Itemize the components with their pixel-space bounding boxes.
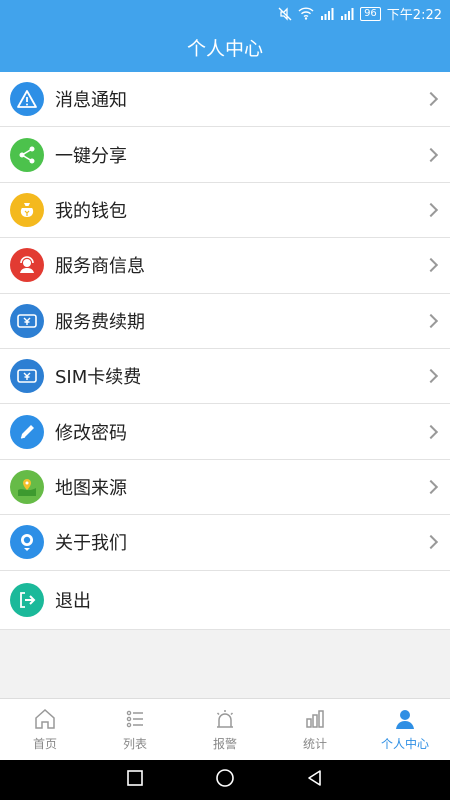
person-icon (396, 710, 414, 729)
menu-item-label: 关于我们 (55, 533, 127, 555)
share-icon (10, 137, 44, 172)
square-icon (127, 770, 143, 786)
signal-icon (341, 7, 354, 20)
list-icon (126, 710, 143, 728)
menu-item-change-password[interactable]: 修改密码 (0, 404, 450, 460)
page-title: 个人中心 (186, 38, 263, 60)
menu-item-label: 我的钱包 (55, 200, 127, 222)
tab-label: 报警 (212, 737, 237, 751)
clock: 下午2:22 (386, 8, 442, 23)
menu-item-label: 一键分享 (55, 145, 127, 167)
headset-person-icon (10, 248, 44, 283)
yuan-ticket-icon (10, 359, 44, 394)
menu-item-provider-info[interactable]: 服务商信息 (0, 238, 450, 294)
status-indicators: 96 下午2:22 (278, 4, 442, 23)
tab-profile[interactable]: 个人中心 (360, 699, 450, 760)
bottom-tab-bar: 首页 列表 报警 统计 个人中心 (0, 698, 450, 760)
back-button[interactable] (305, 768, 325, 792)
menu-item-label: 修改密码 (55, 422, 127, 444)
menu-item-label: 消息通知 (55, 90, 127, 112)
circle-icon (216, 769, 234, 787)
map-pin-icon (10, 469, 44, 504)
yuan-ticket-icon (10, 303, 44, 338)
chevron-right-icon (423, 479, 439, 494)
menu-item-label: 服务费续期 (55, 311, 145, 333)
triangle-back-icon (308, 770, 321, 786)
tab-label: 个人中心 (380, 737, 429, 751)
tab-alarm[interactable]: 报警 (180, 699, 270, 760)
mute-icon (278, 6, 292, 21)
menu-item-sim-renewal[interactable]: SIM卡续费 (0, 349, 450, 405)
menu-item-service-renewal[interactable]: 服务费续期 (0, 294, 450, 349)
tab-label: 列表 (122, 737, 147, 751)
logout-icon (10, 582, 44, 617)
menu-item-label: 地图来源 (55, 477, 127, 499)
status-bar: 96 下午2:22 (0, 0, 450, 26)
menu-item-logout[interactable]: 退出 (0, 571, 450, 630)
menu-item-label: 服务商信息 (55, 256, 145, 278)
wifi-icon (298, 7, 314, 20)
menu-item-map-source[interactable]: 地图来源 (0, 460, 450, 516)
chevron-right-icon (423, 258, 439, 273)
tab-statistics[interactable]: 统计 (270, 699, 360, 760)
battery-level: 96 (360, 6, 381, 21)
home-button[interactable] (215, 768, 235, 792)
chevron-right-icon (423, 147, 439, 162)
chevron-right-icon (423, 92, 439, 107)
menu-item-wallet[interactable]: 我的钱包 (0, 183, 450, 239)
alert-triangle-icon (10, 82, 44, 117)
chevron-right-icon (423, 535, 439, 550)
wallet-icon (10, 192, 44, 227)
chevron-right-icon (423, 369, 439, 384)
app-bar: 个人中心 (0, 26, 450, 72)
person-bubble-icon (10, 525, 44, 560)
tab-list[interactable]: 列表 (90, 699, 180, 760)
system-nav-bar (0, 760, 450, 800)
chevron-right-icon (423, 313, 439, 328)
tab-label: 首页 (32, 737, 57, 751)
chevron-right-icon (423, 202, 439, 218)
recent-apps-button[interactable] (125, 768, 145, 792)
menu-item-notifications[interactable]: 消息通知 (0, 72, 450, 128)
chevron-right-icon (423, 424, 439, 439)
signal-icon (321, 7, 334, 20)
tab-label: 统计 (302, 737, 327, 751)
home-icon (35, 708, 55, 729)
menu-item-label: 退出 (55, 590, 91, 612)
menu-item-label: SIM卡续费 (55, 367, 142, 389)
alarm-light-icon (216, 710, 234, 728)
settings-menu: 消息通知 一键分享 我的钱包 服务商信息 服务费续期 SIM卡续费 修改密码 地… (0, 72, 450, 630)
tab-home[interactable]: 首页 (0, 699, 90, 760)
bar-chart-icon (306, 710, 324, 728)
menu-item-about-us[interactable]: 关于我们 (0, 515, 450, 571)
pencil-icon (10, 414, 44, 449)
menu-item-share[interactable]: 一键分享 (0, 127, 450, 183)
